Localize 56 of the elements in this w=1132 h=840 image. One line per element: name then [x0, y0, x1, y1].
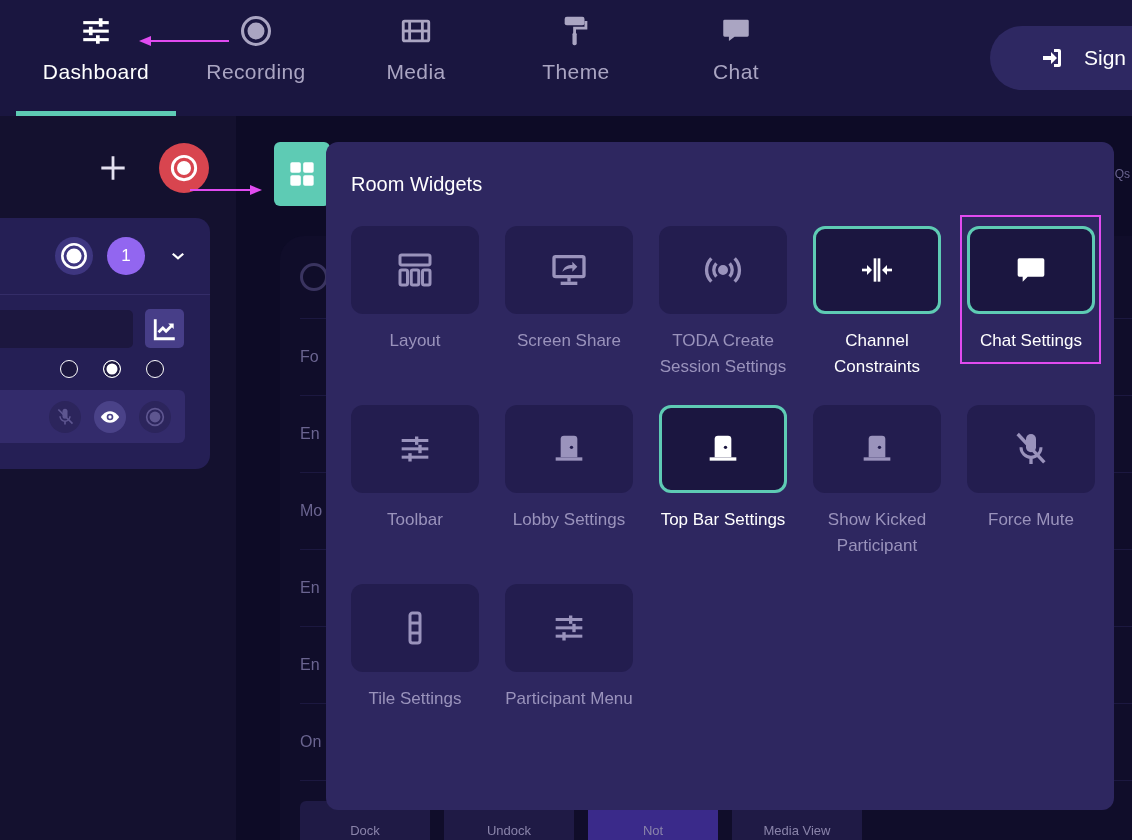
setting-label: On	[300, 733, 322, 751]
chart-button[interactable]	[145, 309, 184, 348]
widget-tile[interactable]	[505, 405, 633, 493]
record-button[interactable]	[159, 143, 209, 193]
sign-in-button[interactable]: Sign	[990, 26, 1132, 90]
count-badge: 1	[107, 237, 145, 275]
widget-tile[interactable]	[351, 226, 479, 314]
radio-button[interactable]	[146, 360, 164, 378]
annotation-arrow	[190, 184, 262, 196]
widget-label: Layout	[388, 330, 442, 352]
widget-tile[interactable]	[505, 226, 633, 314]
nav-tab[interactable]: Recording	[176, 0, 336, 116]
sign-in-icon	[1040, 46, 1064, 70]
setting-label: Fo	[300, 348, 319, 366]
toggle-button[interactable]	[139, 400, 171, 433]
setting-label: En	[300, 656, 320, 674]
setting-label: En	[300, 425, 320, 443]
record-icon[interactable]	[55, 237, 93, 275]
widgets-button[interactable]	[274, 142, 330, 206]
widget-tile[interactable]	[659, 405, 787, 493]
widget-label: Show Kicked Participant	[826, 509, 928, 557]
widget-label: TODA Create Session Settings	[658, 330, 788, 378]
widget-label: Force Mute	[987, 509, 1075, 531]
record-icon	[239, 14, 273, 48]
widget-label: Screen Share	[516, 330, 622, 352]
widget-label: Channel Constraints	[833, 330, 921, 378]
radio-button[interactable]	[103, 360, 121, 378]
widget-label: Participant Menu	[504, 688, 634, 710]
widget-label: Chat Settings	[978, 330, 1084, 352]
nav-tab[interactable]: Media	[336, 0, 496, 116]
widget-tile[interactable]	[967, 226, 1095, 314]
widget-label: Toolbar	[386, 509, 444, 531]
widget-label: Top Bar Settings	[659, 509, 787, 531]
widget-tile[interactable]	[659, 226, 787, 314]
toggle-button[interactable]	[49, 400, 81, 433]
popup-title: Room Widgets	[351, 172, 484, 196]
nav-tab[interactable]: Theme	[496, 0, 656, 116]
header-text: Qs	[1114, 167, 1130, 181]
widget-tile[interactable]	[967, 405, 1095, 493]
widget-tile[interactable]	[505, 584, 633, 672]
setting-label: Mo	[300, 502, 323, 520]
mic-off-icon	[55, 406, 75, 427]
widget-label: Lobby Settings	[511, 509, 627, 531]
radio-button[interactable]	[60, 360, 78, 378]
widget-tile[interactable]	[351, 584, 479, 672]
widget-tile[interactable]	[351, 405, 479, 493]
nav-tab[interactable]: Chat	[656, 0, 816, 116]
toggle-button[interactable]	[94, 400, 126, 433]
widget-tile[interactable]	[813, 226, 941, 314]
record-icon	[170, 154, 198, 182]
grid-icon	[288, 160, 316, 188]
record-icon	[145, 406, 165, 427]
widget-tile[interactable]	[813, 405, 941, 493]
widget-label: Tile Settings	[367, 688, 463, 710]
setting-label: En	[300, 579, 320, 597]
plus-icon[interactable]	[99, 154, 127, 182]
